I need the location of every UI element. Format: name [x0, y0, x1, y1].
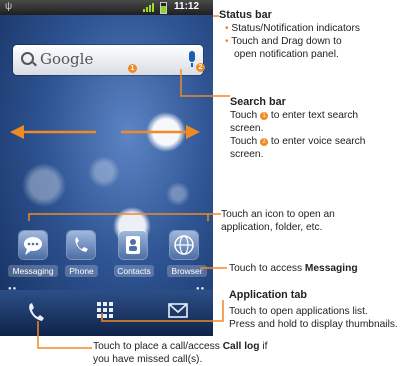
bottom-bar-icons — [29, 302, 188, 321]
app-tab-annotation: Application tab Touch to open applicatio… — [229, 289, 415, 331]
phone-home-screen: ψ 11:12 Google 1 2 Messaging Phone Conta… — [0, 0, 213, 336]
app-tab-heading: Application tab — [229, 289, 307, 301]
envelope-icon[interactable] — [168, 303, 188, 318]
swipe-arrows — [10, 125, 200, 139]
browser-app-icon[interactable] — [170, 231, 198, 259]
call-annotation-line-2: you have missed call(s). — [93, 354, 203, 365]
contacts-app-icon[interactable] — [119, 231, 147, 259]
messaging-app-icon[interactable] — [19, 231, 47, 259]
status-bar-heading: Status bar — [219, 9, 272, 21]
call-annotation-bold: Call log — [222, 341, 260, 352]
search-bar-line-4: screen. — [230, 149, 264, 160]
app-grid-icon[interactable] — [97, 302, 113, 318]
voice-search-marker-ref: 2 — [260, 138, 269, 146]
icons-annotation-line-1: Touch an icon to open an — [221, 209, 335, 220]
dock-label-browser[interactable]: Browser — [167, 265, 207, 277]
speech-bubble-icon — [24, 237, 42, 255]
contact-card-icon — [126, 236, 140, 254]
app-tab-line-1: Touch to open applications list. — [229, 306, 368, 317]
app-tab-line-2: Press and hold to display thumbnails. — [229, 319, 398, 330]
status-bar-annotation: Status bar • Status/Notification indicat… — [219, 9, 413, 61]
call-annotation: Touch to place a call/access Call log if… — [93, 340, 313, 366]
search-bar-line-1-post: to enter text search — [270, 110, 359, 121]
bottom-bar — [0, 290, 213, 336]
dock-label-contacts[interactable]: Contacts — [114, 265, 154, 277]
messaging-annotation-text: Touch to access — [229, 263, 303, 274]
messaging-annotation-bold: Messaging — [304, 263, 358, 274]
search-bar-line-2: screen. — [230, 123, 264, 134]
phone-app-icon[interactable] — [67, 231, 95, 259]
dock-label-messaging[interactable]: Messaging — [8, 265, 58, 277]
search-bar-line-1-pre: Touch — [230, 110, 258, 121]
status-bar-bullet-1: Status/Notification indicators — [231, 23, 360, 34]
search-bar-annotation: Search bar Touch 1 to enter text search … — [230, 96, 413, 161]
icons-annotation-line-2: application, folder, etc. — [221, 222, 323, 233]
phone-handset-icon[interactable] — [29, 303, 44, 321]
phone-icon — [75, 237, 88, 252]
call-annotation-post: if — [262, 341, 268, 352]
messaging-annotation: Touch to access Messaging — [229, 262, 413, 275]
call-annotation-pre: Touch to place a call/access — [93, 341, 220, 352]
text-search-marker-ref: 1 — [260, 112, 269, 120]
globe-icon — [174, 235, 194, 255]
dock-label-phone[interactable]: Phone — [65, 265, 98, 277]
status-bar-bullet-2-line-2: open notification panel. — [234, 49, 339, 60]
status-bar-bullet-2-line-1: Touch and Drag down to — [231, 36, 342, 47]
swipe-right-arrow — [121, 125, 200, 139]
search-bar-heading: Search bar — [230, 96, 286, 108]
swipe-left-arrow — [10, 125, 96, 139]
search-bar-line-3-pre: Touch — [230, 136, 258, 147]
icons-annotation: Touch an icon to open an application, fo… — [221, 208, 411, 234]
search-bar-line-3-post: to enter voice search — [270, 136, 366, 147]
